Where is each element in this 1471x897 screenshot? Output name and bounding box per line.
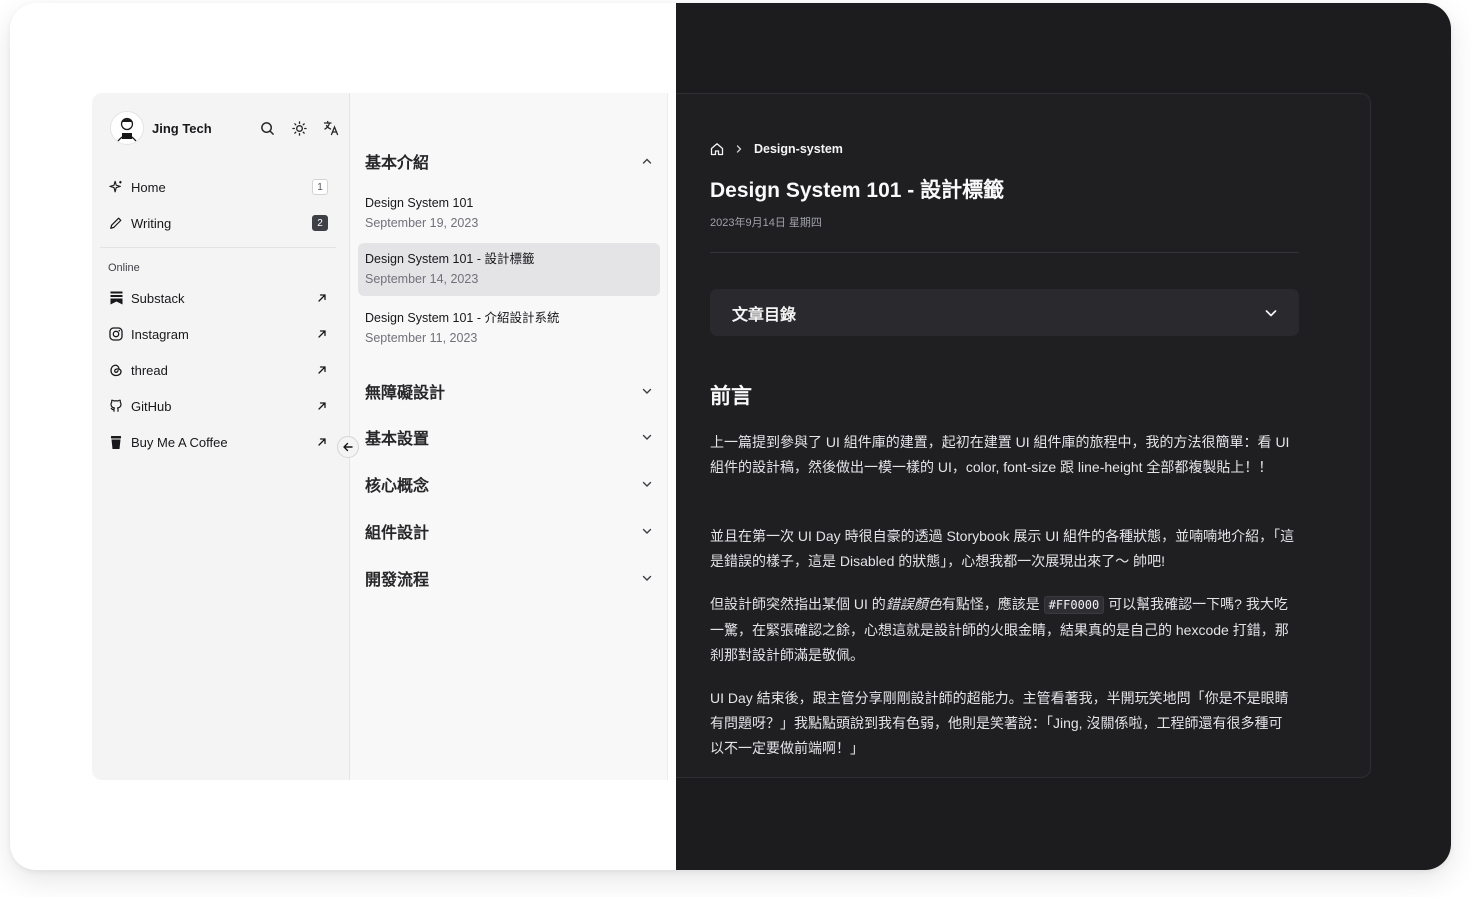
- post-title: Design System 101 - 介紹設計系統: [365, 311, 560, 325]
- emphasis-text: 錯誤顏色: [885, 596, 942, 612]
- paragraph: 並且在第一次 UI Day 時很自豪的透過 Storybook 展示 UI 組件…: [710, 528, 1295, 569]
- post-item-active[interactable]: Design System 101 - 設計標籤 September 14, 2…: [358, 243, 660, 296]
- external-link-icon: [318, 330, 326, 338]
- article-panel: Design-system Design System 101 - 設計標籤 2…: [676, 93, 1371, 778]
- group-title: 核心概念: [365, 478, 430, 495]
- link-substack[interactable]: Substack: [100, 280, 336, 316]
- sidebar: Jing Tech Home 1 Writing 2 Online Substa…: [92, 93, 350, 780]
- pen-icon: [108, 215, 124, 231]
- chevron-down-icon: [642, 481, 652, 487]
- link-label: GitHub: [131, 398, 172, 414]
- post-date: September 14, 2023: [365, 272, 479, 286]
- brand[interactable]: Jing Tech: [110, 111, 212, 145]
- inline-code: #FF0000: [1043, 596, 1105, 614]
- text-run: 有點怪，應該是: [941, 596, 1044, 612]
- sun-icon[interactable]: [290, 119, 308, 137]
- paragraph: 上一篇提到參與了 UI 組件庫的建置，起初在建置 UI 組件庫的旅程中，我的方法…: [710, 434, 1290, 475]
- article-date: 2023年9月14日 星期四: [710, 217, 822, 229]
- chevron-down-icon: [642, 575, 652, 581]
- external-link-icon: [318, 366, 326, 374]
- count-badge: 2: [312, 215, 328, 231]
- nav-item-writing[interactable]: Writing 2: [100, 205, 336, 241]
- group-accessibility[interactable]: 無障礙設計: [365, 379, 653, 403]
- table-of-contents-toggle[interactable]: 文章目錄: [710, 289, 1299, 336]
- post-date: September 11, 2023: [365, 331, 478, 345]
- chevron-up-icon: [642, 158, 652, 164]
- section-label-online: Online: [108, 262, 140, 274]
- section-heading: 前言: [710, 385, 752, 408]
- group-title: 無障礙設計: [365, 385, 446, 402]
- chevron-down-icon: [642, 388, 652, 394]
- link-label: thread: [131, 362, 168, 378]
- post-item[interactable]: Design System 101 September 19, 2023: [358, 187, 660, 240]
- post-item[interactable]: Design System 101 - 介紹設計系統 September 11,…: [358, 302, 660, 355]
- link-label: Instagram: [131, 326, 189, 342]
- divider: [100, 247, 336, 248]
- link-github[interactable]: GitHub: [100, 388, 336, 424]
- nav-label: Writing: [131, 215, 172, 231]
- external-link-icon: [318, 294, 326, 302]
- avatar: [110, 111, 144, 145]
- group-component-design[interactable]: 組件設計: [365, 519, 653, 543]
- chevron-down-icon: [1265, 309, 1277, 316]
- post-date: September 19, 2023: [365, 216, 479, 230]
- nav-item-home[interactable]: Home 1: [100, 169, 336, 205]
- link-label: Substack: [131, 290, 185, 306]
- external-link-icon: [318, 402, 326, 410]
- paragraph: 但設計師突然指出某個 UI 的錯誤顏色有點怪，應該是 #FF0000 可以幫我確…: [710, 592, 1296, 668]
- chevron-right-icon: [736, 145, 742, 153]
- group-title: 基本設置: [365, 431, 430, 448]
- group-basic-intro[interactable]: 基本介紹: [365, 149, 653, 173]
- post-title: Design System 101 - 設計標籤: [365, 252, 535, 266]
- link-label: Buy Me A Coffee: [131, 434, 228, 450]
- chevron-down-icon: [642, 434, 652, 440]
- external-link-icon: [318, 438, 326, 446]
- breadcrumb: Design-system: [710, 142, 843, 156]
- search-icon[interactable]: [258, 119, 276, 137]
- count-badge: 1: [312, 179, 328, 195]
- home-icon[interactable]: [710, 142, 724, 156]
- link-thread[interactable]: thread: [100, 352, 336, 388]
- group-dev-workflow[interactable]: 開發流程: [365, 566, 653, 590]
- paragraph: UI Day 結束後，跟主管分享剛剛設計師的超能力。主管看著我，半開玩笑地問「你…: [710, 690, 1289, 756]
- translate-icon[interactable]: [322, 119, 340, 137]
- text-run: 但設計師突然指出某個 UI 的: [710, 596, 886, 612]
- group-basic-setup[interactable]: 基本設置: [365, 425, 653, 449]
- group-core-concepts[interactable]: 核心概念: [365, 472, 653, 496]
- divider: [710, 252, 1299, 253]
- threads-icon: [108, 362, 124, 378]
- article-title: Design System 101 - 設計標籤: [710, 179, 1005, 202]
- group-title: 基本介紹: [365, 155, 430, 172]
- group-title: 開發流程: [365, 572, 430, 589]
- arrow-left-icon: [343, 442, 353, 452]
- breadcrumb-current[interactable]: Design-system: [754, 142, 843, 156]
- nav-label: Home: [131, 179, 166, 195]
- substack-icon: [108, 290, 124, 306]
- coffee-icon: [108, 434, 124, 450]
- link-instagram[interactable]: Instagram: [100, 316, 336, 352]
- chevron-down-icon: [642, 528, 652, 534]
- sparkle-icon: [108, 179, 124, 195]
- brand-name: Jing Tech: [152, 120, 212, 136]
- toc-label: 文章目錄: [732, 306, 797, 324]
- github-icon: [108, 398, 124, 414]
- link-buy-me-a-coffee[interactable]: Buy Me A Coffee: [100, 424, 336, 460]
- post-list-panel: 基本介紹 Design System 101 September 19, 202…: [350, 93, 668, 780]
- group-title: 組件設計: [365, 525, 430, 542]
- instagram-icon: [108, 326, 124, 342]
- post-title: Design System 101: [365, 196, 474, 210]
- collapse-sidebar-button[interactable]: [337, 436, 359, 458]
